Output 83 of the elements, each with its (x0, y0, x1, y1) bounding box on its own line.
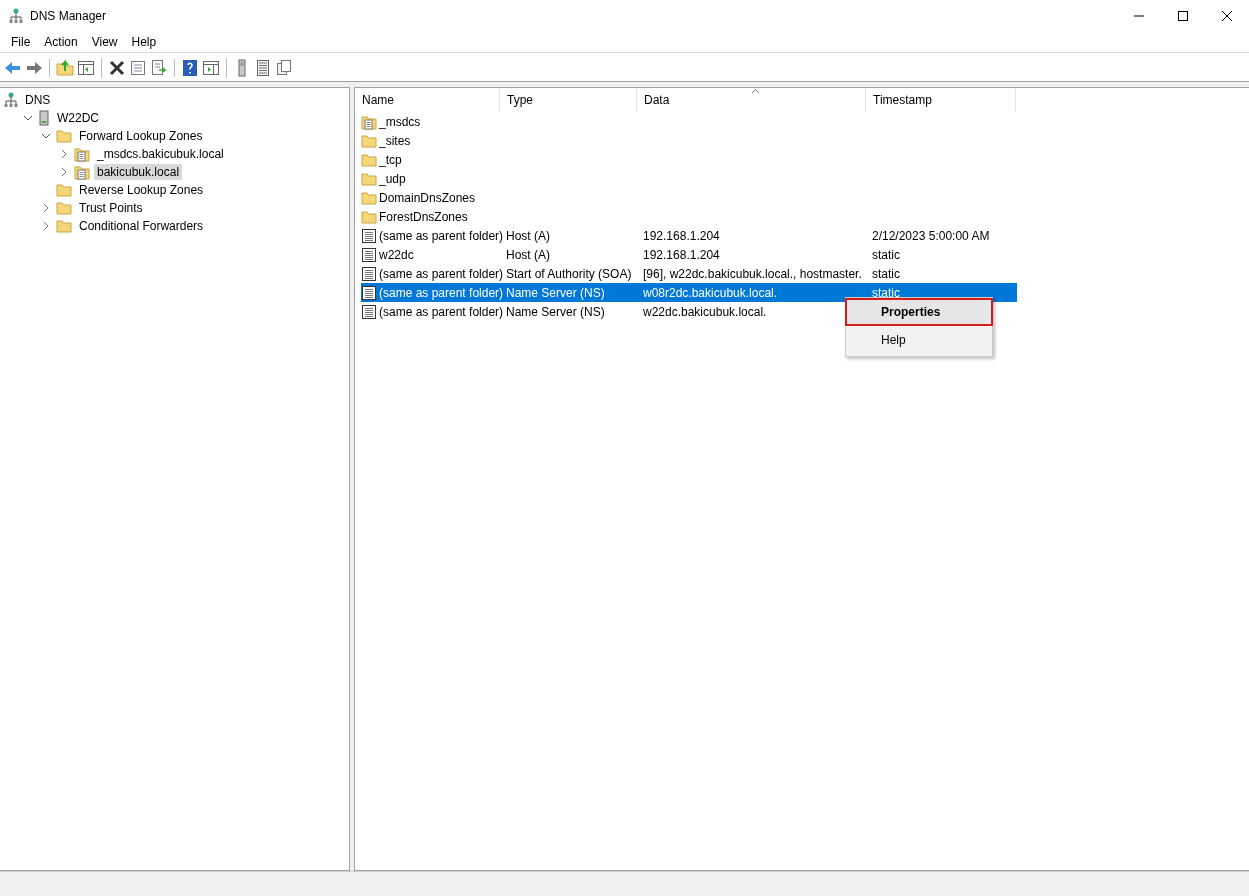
folder-icon (361, 190, 377, 205)
table-cell: _msdcs (379, 114, 421, 129)
tree-item[interactable]: bakicubuk.local (94, 164, 183, 180)
menu-item[interactable]: Properties (845, 298, 993, 326)
folder-icon (361, 171, 377, 186)
column-header[interactable]: Name (355, 88, 500, 112)
folder-up-icon[interactable] (56, 59, 74, 77)
table-cell: Host (A) (506, 247, 550, 262)
column-header[interactable]: Timestamp (866, 88, 1016, 112)
column-header[interactable]: Data (637, 88, 866, 112)
chevron-right-icon[interactable] (41, 203, 51, 213)
chevron-down-icon[interactable] (23, 113, 33, 123)
forward-arrow-icon[interactable] (25, 59, 43, 77)
tree-item[interactable]: Forward Lookup Zones (76, 128, 206, 144)
show-hide-pane-icon[interactable] (202, 59, 220, 77)
folder-icon (361, 152, 377, 167)
menu-item[interactable]: View (84, 35, 125, 49)
table-cell: 2/12/2023 5:00:00 AM (872, 228, 990, 243)
maximize-icon[interactable] (1177, 10, 1189, 22)
console-tree-icon[interactable] (77, 59, 95, 77)
table-cell: _udp (379, 171, 406, 186)
copy-icon[interactable] (275, 59, 293, 77)
table-cell: static (872, 247, 900, 262)
menu-item[interactable]: Action (37, 35, 85, 49)
table-cell: static (872, 285, 900, 300)
window-title: DNS Manager (30, 9, 107, 23)
table-cell: (same as parent folder) (379, 266, 504, 281)
folder-icon (56, 183, 72, 197)
chevron-right-icon[interactable] (59, 149, 69, 159)
table-cell: _sites (379, 133, 411, 148)
chevron-right-icon[interactable] (59, 167, 69, 177)
tree-item[interactable]: Conditional Forwarders (76, 218, 207, 234)
table-cell: Name Server (NS) (506, 304, 605, 319)
record-icon (361, 246, 377, 263)
server-icon (38, 110, 50, 126)
zone-file-icon (74, 164, 90, 180)
tree-item[interactable]: _msdcs.bakicubuk.local (94, 146, 227, 162)
record-icon (361, 303, 377, 320)
table-cell: 192.168.1.204 (643, 247, 720, 262)
folder-icon (56, 201, 72, 215)
column-header[interactable]: Type (500, 88, 637, 112)
zone-file-icon (361, 113, 377, 130)
table-cell: [96], w22dc.bakicubuk.local., hostmaster. (643, 266, 862, 281)
table-cell: DomainDnsZones (379, 190, 476, 205)
table-cell: (same as parent folder) (379, 285, 504, 300)
back-arrow-icon[interactable] (4, 59, 22, 77)
table-cell: 192.168.1.204 (643, 228, 720, 243)
menu-item[interactable]: Help (124, 35, 164, 49)
folder-icon (361, 209, 377, 224)
close-icon[interactable] (1221, 10, 1233, 22)
tree-item[interactable]: W22DC (54, 110, 102, 126)
help-icon[interactable] (181, 59, 199, 77)
zone-file-icon (74, 146, 90, 162)
folder-icon (361, 133, 377, 148)
chevron-right-icon[interactable] (41, 221, 51, 231)
properties-icon[interactable] (129, 59, 147, 77)
menu-item[interactable]: Help (847, 326, 991, 354)
network-icon (9, 8, 23, 24)
table-cell: Start of Authority (SOA) (506, 266, 632, 281)
chevron-down-icon[interactable] (41, 131, 51, 141)
table-cell: (same as parent folder) (379, 304, 504, 319)
list-icon[interactable] (254, 59, 272, 77)
table-cell: Name Server (NS) (506, 285, 605, 300)
table-cell: w22dc (379, 247, 414, 262)
record-icon (361, 265, 377, 282)
tree-item[interactable]: Trust Points (76, 200, 146, 216)
tree-item[interactable]: DNS (22, 92, 54, 108)
record-icon (361, 284, 377, 301)
delete-icon[interactable] (108, 59, 126, 77)
folder-icon (56, 219, 72, 233)
table-cell: Host (A) (506, 228, 550, 243)
tree-item[interactable]: Reverse Lookup Zones (76, 182, 207, 198)
table-cell: w08r2dc.bakicubuk.local. (643, 285, 778, 300)
table-cell: static (872, 266, 900, 281)
folder-icon (56, 129, 72, 143)
table-cell: _tcp (379, 152, 402, 167)
record-icon (361, 227, 377, 244)
table-cell: w22dc.bakicubuk.local. (643, 304, 767, 319)
export-list-icon[interactable] (150, 59, 168, 77)
menu-item[interactable]: File (4, 35, 38, 49)
network-icon (4, 92, 18, 108)
table-cell: (same as parent folder) (379, 228, 504, 243)
table-cell: ForestDnsZones (379, 209, 468, 224)
